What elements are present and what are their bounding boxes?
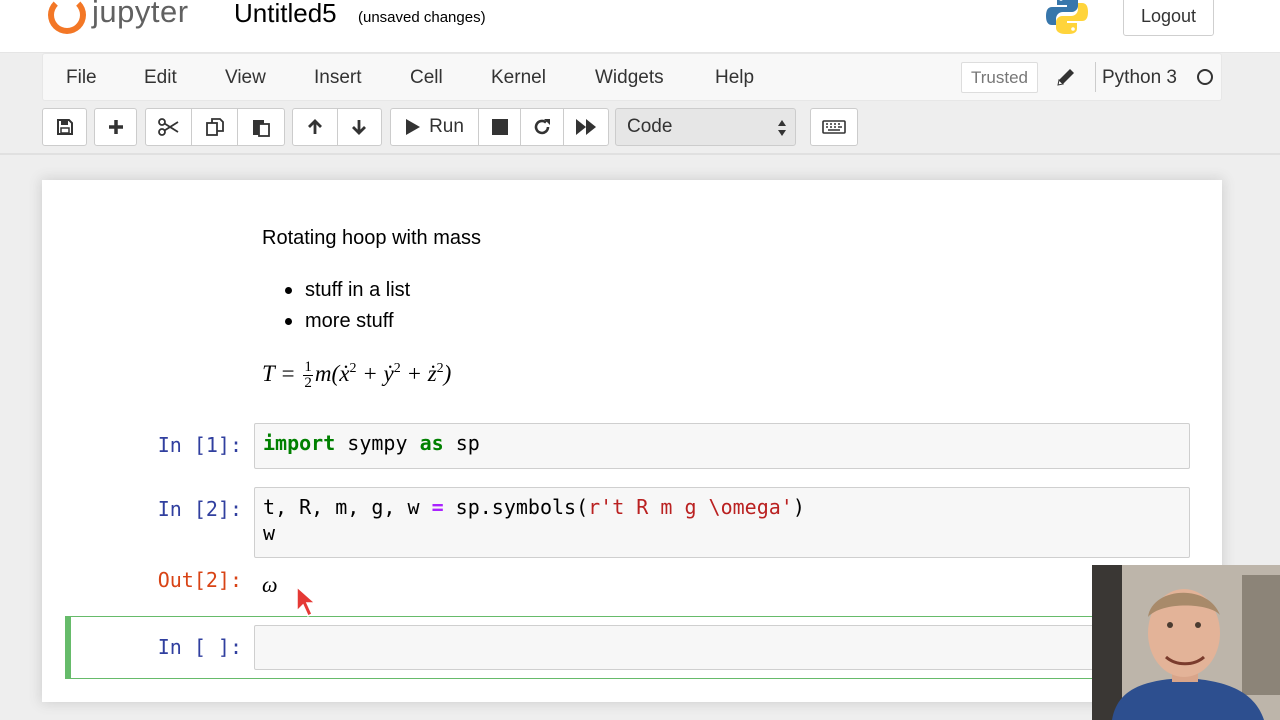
toolbar-insert-group: [94, 108, 137, 146]
save-status: (unsaved changes): [358, 9, 486, 26]
cut-button[interactable]: [146, 109, 192, 145]
cell2-input-prompt: In [2]:: [157, 497, 242, 521]
menu-edit[interactable]: Edit: [144, 67, 177, 89]
plus-icon: [108, 120, 123, 134]
cell3-code-editor[interactable]: [254, 625, 1174, 670]
cell-type-value: Code: [627, 116, 673, 137]
cell3-input-prompt: In [ ]:: [157, 635, 242, 659]
menu-help[interactable]: Help: [715, 67, 754, 89]
menubar: File Edit View Insert Cell Kernel Widget…: [42, 53, 1222, 101]
edit-mode-pencil-icon: [1057, 69, 1074, 86]
cell2-output-value: ω: [262, 572, 278, 597]
toolbar-clipboard-group: [145, 108, 285, 146]
scissors-icon: [157, 118, 178, 136]
insert-cell-button[interactable]: [95, 109, 136, 145]
save-icon: [56, 119, 73, 135]
restart-icon: [534, 119, 550, 135]
toolbar-save-group: [42, 108, 87, 146]
copy-icon: [205, 118, 224, 136]
trusted-indicator[interactable]: Trusted: [961, 62, 1038, 93]
list-item: more stuff: [262, 309, 410, 340]
run-button-label: Run: [429, 116, 464, 137]
copy-button[interactable]: [192, 109, 238, 145]
paste-button[interactable]: [238, 109, 284, 145]
save-button[interactable]: [43, 109, 86, 145]
menu-cell[interactable]: Cell: [410, 67, 443, 89]
run-button[interactable]: Run: [391, 109, 479, 145]
logout-button[interactable]: Logout: [1123, 0, 1214, 36]
paste-icon: [253, 120, 270, 137]
cell1-input-prompt: In [1]:: [157, 433, 242, 457]
play-icon: [406, 119, 421, 135]
menu-widgets[interactable]: Widgets: [595, 67, 664, 89]
kernel-name[interactable]: Python 3: [1102, 67, 1177, 89]
toolbar-move-group: [292, 108, 382, 146]
header: jupyter Untitled5 (unsaved changes) Logo…: [0, 0, 1280, 52]
toolbar-divider: [0, 153, 1280, 155]
jupyter-logo-icon: [48, 0, 86, 34]
webcam-overlay: [1092, 565, 1280, 720]
arrow-up-icon: [307, 119, 322, 134]
python-logo-icon: [1046, 0, 1088, 34]
markdown-list: stuff in a list more stuff: [262, 278, 410, 340]
notebook-container: Rotating hoop with mass stuff in a list …: [42, 180, 1222, 702]
toolbar-run-group: Run: [390, 108, 609, 146]
fast-forward-icon: [576, 119, 596, 135]
move-up-button[interactable]: [293, 109, 338, 145]
arrow-down-icon: [352, 120, 367, 135]
cell2-output-prompt: Out[2]:: [157, 568, 242, 592]
restart-run-all-button[interactable]: [564, 109, 608, 145]
menu-insert[interactable]: Insert: [314, 67, 362, 89]
restart-kernel-button[interactable]: [521, 109, 564, 145]
presenter-video-image: [1092, 565, 1280, 720]
move-down-button[interactable]: [338, 109, 382, 145]
markdown-heading: Rotating hoop with mass: [262, 227, 482, 249]
notebook-title[interactable]: Untitled5: [234, 0, 337, 29]
interrupt-kernel-button[interactable]: [479, 109, 521, 145]
menu-kernel[interactable]: Kernel: [491, 67, 546, 89]
cell1-code-editor[interactable]: import sympy as sp: [254, 423, 1190, 469]
kinetic-energy-equation: T = 1 2 m(ẋ2 + ẏ2 + ż2): [262, 359, 452, 391]
cell-type-select[interactable]: Code: [615, 108, 796, 146]
select-arrows-icon: [778, 120, 786, 136]
menu-view[interactable]: View: [225, 67, 266, 89]
kernel-separator: [1095, 62, 1096, 92]
list-item: stuff in a list: [262, 278, 410, 309]
stop-icon: [491, 119, 508, 135]
jupyter-logo-text: jupyter: [92, 0, 189, 29]
mouse-cursor-icon: [296, 585, 317, 618]
cell2-code-editor[interactable]: t, R, m, g, w = sp.symbols(r't R m g \om…: [254, 487, 1190, 558]
menu-file[interactable]: File: [66, 67, 97, 89]
jupyter-logo[interactable]: jupyter: [48, 0, 218, 40]
keyboard-icon: [822, 120, 846, 134]
toolbar-keyboard-group: [810, 108, 858, 146]
kernel-idle-icon: [1197, 69, 1213, 85]
command-palette-button[interactable]: [811, 109, 857, 145]
